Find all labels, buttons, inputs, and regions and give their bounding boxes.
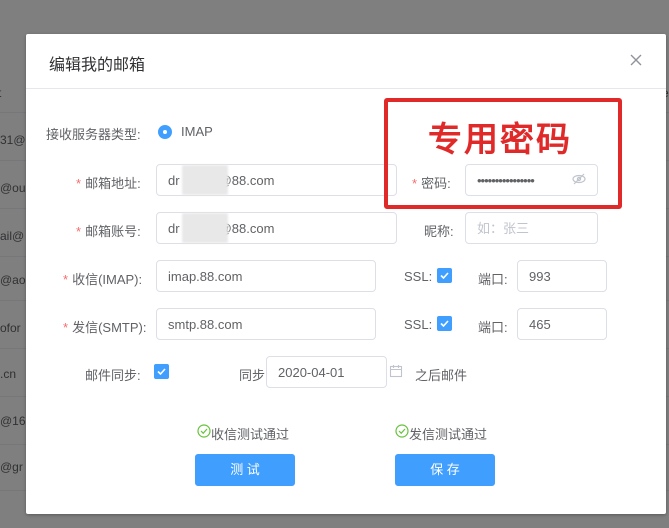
imap-ssl-label: SSL: [404,269,433,284]
check-circle-icon [395,424,409,438]
imap-ssl-checkbox[interactable] [437,268,452,283]
imap-port-label: 端口: [478,272,508,287]
close-icon[interactable] [628,52,644,68]
send-test-status: 发信测试通过 [409,427,488,442]
imap-label: * 收信(IMAP): [63,272,143,287]
mail-sync-label: 邮件同步: [85,368,141,383]
redacted-block [182,213,228,243]
check-circle-icon [197,424,211,438]
email-account-label: * 邮箱账号: [76,224,141,239]
mail-sync-checkbox[interactable] [154,364,169,379]
sync-date-input[interactable] [266,356,387,388]
test-button[interactable]: 测 试 [195,454,295,486]
smtp-ssl-label: SSL: [404,317,433,332]
email-address-label: * 邮箱地址: [76,176,141,191]
imap-port-input[interactable] [517,260,607,292]
nickname-label: 昵称: [424,224,454,239]
smtp-server-input[interactable] [156,308,376,340]
annotation-text: 专用密码 [428,120,572,160]
save-button[interactable]: 保 存 [395,454,495,486]
imap-server-input[interactable] [156,260,376,292]
sync-after-label: 之后邮件 [415,368,468,383]
smtp-port-label: 端口: [478,320,508,335]
imap-radio-label[interactable]: IMAP [181,124,213,139]
dialog-header-divider [26,88,666,89]
nickname-input[interactable] [465,212,598,244]
smtp-ssl-checkbox[interactable] [437,316,452,331]
redacted-block [182,165,228,195]
imap-radio[interactable] [158,125,172,139]
sync-from-label: 同步 [239,368,266,383]
smtp-label: * 发信(SMTP): [63,320,147,335]
dialog-title: 编辑我的邮箱 [49,57,146,74]
smtp-port-input[interactable] [517,308,607,340]
receive-test-status: 收信测试通过 [211,427,290,442]
calendar-icon[interactable] [389,364,403,378]
server-type-label: 接收服务器类型: [46,127,141,142]
